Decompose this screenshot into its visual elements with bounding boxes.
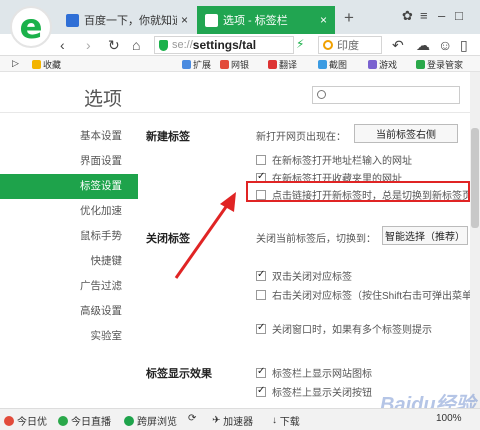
bookmark-extensions[interactable]: 扩展 xyxy=(182,58,211,71)
checkbox[interactable] xyxy=(256,289,266,300)
scroll-thumb[interactable] xyxy=(471,128,479,228)
option-show-close-button[interactable]: 标签栏上显示关闭按钮 xyxy=(256,384,372,399)
open-position-label: 新打开网页出现在： xyxy=(256,132,346,143)
sidebar-item-basic[interactable]: 基本设置 xyxy=(0,124,138,149)
checkbox[interactable] xyxy=(256,366,266,378)
tab-bar: e 百度一下，你就知道 × 选项 - 标签栏 × + ✿ ≡ – □ xyxy=(0,0,480,48)
minimize-icon[interactable]: – xyxy=(438,8,445,23)
open-position-select[interactable]: 当前标签右侧 xyxy=(354,124,458,143)
checkbox[interactable] xyxy=(256,154,266,165)
section-title-display: 标签显示效果 xyxy=(146,368,212,380)
baidu-favicon-icon xyxy=(66,13,79,27)
switch-after-close-select[interactable]: 智能选择（推荐） xyxy=(382,226,468,245)
switch-after-close-label: 关闭当前标签后，切换到： xyxy=(256,234,376,245)
tab-label: 选项 - 标签栏 xyxy=(223,15,288,27)
cloud-icon[interactable]: ☁ xyxy=(416,36,430,54)
close-tab-icon[interactable]: × xyxy=(181,13,188,27)
address-bar[interactable]: se:// settings/tal xyxy=(154,36,294,54)
settings-favicon-icon xyxy=(205,13,218,27)
url-scheme: se:// xyxy=(172,39,193,51)
bookmark-login-manager[interactable]: 登录管家 xyxy=(416,58,463,71)
option-show-site-icon[interactable]: 标签栏上显示网站图标 xyxy=(256,365,372,380)
scrollbar[interactable] xyxy=(470,72,480,408)
highlight-box xyxy=(246,181,470,202)
option-warn-on-close-window[interactable]: 关闭窗口时，如果有多个标签则提示 xyxy=(256,321,432,336)
accelerator-icon: ✈ xyxy=(212,415,224,426)
menu-icon[interactable]: ≡ xyxy=(420,8,428,23)
translate-icon xyxy=(268,60,277,69)
status-today-deals[interactable]: 今日优 xyxy=(4,413,47,428)
back-icon[interactable]: ‹ xyxy=(60,36,65,54)
sidebar-item-interface[interactable]: 界面设置 xyxy=(0,149,138,174)
status-live[interactable]: 今日直播 xyxy=(58,413,111,428)
status-bar: 今日优 今日直播 跨屏浏览 ⟳ ✈ 加速器 ↓ 下载 100% xyxy=(0,408,480,430)
secure-shield-icon xyxy=(159,39,168,51)
sidebar-toggle-icon[interactable]: ▷ xyxy=(12,58,19,69)
browser-logo-icon: e xyxy=(19,7,43,47)
bookmark-translate[interactable]: 翻译 xyxy=(268,58,297,71)
tab-baidu[interactable]: 百度一下，你就知道 × xyxy=(58,6,196,34)
browser-logo[interactable]: e xyxy=(10,6,52,48)
sidebar-item-lab[interactable]: 实验室 xyxy=(0,324,138,349)
sidebar-item-shortcuts[interactable]: 快捷键 xyxy=(0,249,138,274)
settings-search-input[interactable] xyxy=(312,86,460,104)
option-double-click-close[interactable]: 双击关闭对应标签 xyxy=(256,268,352,283)
skin-icon[interactable]: ✿ xyxy=(402,8,413,24)
home-icon[interactable]: ⌂ xyxy=(132,36,140,54)
sidebar-item-adblock[interactable]: 广告过滤 xyxy=(0,274,138,299)
url-text: settings/tal xyxy=(192,38,257,52)
speed-mode-icon[interactable]: ⚡ xyxy=(296,37,304,51)
checkbox[interactable] xyxy=(256,385,266,397)
bookmark-games[interactable]: 游戏 xyxy=(368,58,397,71)
mobile-icon[interactable]: ▯ xyxy=(460,36,468,54)
status-download[interactable]: ↓ 下载 xyxy=(272,413,300,428)
settings-page: 选项 基本设置 界面设置 标签设置 优化加速 鼠标手势 快捷键 广告过滤 高级设… xyxy=(0,72,480,408)
undo-icon[interactable]: ↶ xyxy=(392,36,404,54)
tab-label: 百度一下，你就知道 xyxy=(84,15,177,27)
extension-icon xyxy=(182,60,191,69)
status-cross-screen[interactable]: 跨屏浏览 xyxy=(124,413,177,428)
sidebar-item-advanced[interactable]: 高级设置 xyxy=(0,299,138,324)
screenshot-icon xyxy=(318,60,327,69)
star-icon xyxy=(32,60,41,69)
page-title: 选项 xyxy=(84,89,123,110)
close-tab-icon[interactable]: × xyxy=(320,13,327,27)
settings-sidebar: 基本设置 界面设置 标签设置 优化加速 鼠标手势 快捷键 广告过滤 高级设置 实… xyxy=(0,124,138,349)
download-icon: ↓ xyxy=(272,415,280,426)
option-right-click-close[interactable]: 右击关闭对应标签（按住Shift右击可弹出菜单） xyxy=(256,287,480,302)
checkbox[interactable] xyxy=(256,269,266,281)
zoom-level[interactable]: 100% xyxy=(436,413,462,424)
divider xyxy=(0,112,470,113)
section-title-new-tab: 新建标签 xyxy=(146,131,190,143)
bookmark-screenshot[interactable]: 截图 xyxy=(318,58,347,71)
sidebar-item-tabs[interactable]: 标签设置 xyxy=(0,174,138,199)
search-engine-label: 印度 xyxy=(337,40,359,52)
cross-screen-icon xyxy=(124,415,134,426)
search-engine-icon xyxy=(323,40,333,50)
sidebar-item-mouse-gesture[interactable]: 鼠标手势 xyxy=(0,224,138,249)
bookmark-bar: ▷ 收藏 扩展 网银 翻译 截图 游戏 登录管家 xyxy=(0,56,480,72)
maximize-icon[interactable]: □ xyxy=(455,8,463,23)
navigation-bar: ‹ › ↻ ⌂ se:// settings/tal ⚡ 印度 ↶ ☁ ☺ ▯ xyxy=(0,34,480,56)
bank-icon xyxy=(220,60,229,69)
deals-icon xyxy=(4,415,14,426)
forward-icon[interactable]: › xyxy=(86,36,91,54)
user-icon[interactable]: ☺ xyxy=(438,36,452,54)
option-open-address-in-new-tab[interactable]: 在新标签打开地址栏输入的网址 xyxy=(256,152,412,167)
checkbox[interactable] xyxy=(256,322,266,334)
refresh-status-icon[interactable]: ⟳ xyxy=(188,413,196,424)
game-icon xyxy=(368,60,377,69)
search-icon xyxy=(317,90,326,99)
search-box[interactable]: 印度 xyxy=(318,36,382,54)
new-tab-button[interactable]: + xyxy=(344,8,354,28)
bookmark-ebank[interactable]: 网银 xyxy=(220,58,249,71)
reload-icon[interactable]: ↻ xyxy=(108,36,120,54)
tab-settings[interactable]: 选项 - 标签栏 × xyxy=(197,6,335,34)
login-icon xyxy=(416,60,425,69)
section-title-close-tab: 关闭标签 xyxy=(146,233,190,245)
live-icon xyxy=(58,415,68,426)
bookmark-favorites[interactable]: 收藏 xyxy=(32,58,61,71)
sidebar-item-optimize[interactable]: 优化加速 xyxy=(0,199,138,224)
status-accelerator[interactable]: ✈ 加速器 xyxy=(212,413,253,428)
